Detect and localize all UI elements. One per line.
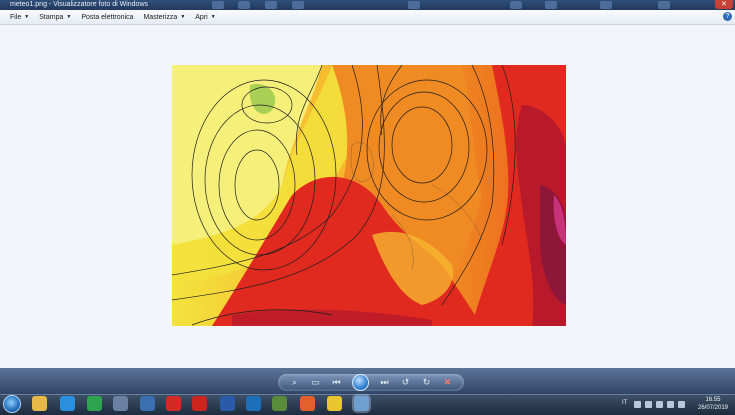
menu-label: Apri — [195, 13, 208, 21]
menu-email[interactable]: Posta elettronica — [81, 14, 133, 21]
menu-label: File — [10, 13, 22, 21]
title-bar: meteo1.png - Visualizzatore foto di Wind… — [0, 0, 735, 10]
taskbar-thumb-icon — [600, 1, 612, 9]
menu-file[interactable]: File ▼ — [10, 14, 29, 21]
image-viewer — [0, 25, 735, 368]
taskbar-app-explorer-icon[interactable] — [32, 396, 47, 411]
magnifier-icon[interactable]: ⌕ — [289, 377, 300, 388]
chevron-down-icon: ▼ — [66, 14, 72, 20]
taskbar-app-app-yellow-icon[interactable] — [327, 396, 342, 411]
rotate-right-icon[interactable]: ↻ — [421, 377, 432, 388]
rotate-left-icon[interactable]: ↺ — [400, 377, 411, 388]
language-indicator[interactable]: IT — [622, 400, 627, 406]
next-icon[interactable]: ⏭ — [379, 377, 390, 388]
tray-battery-icon[interactable] — [667, 401, 674, 408]
clock-time: 16.55 — [705, 397, 721, 403]
window-title: meteo1.png - Visualizzatore foto di Wind… — [10, 1, 148, 8]
taskbar-app-acrobat-icon[interactable] — [166, 396, 181, 411]
taskbar-thumb-icon — [238, 1, 250, 9]
start-button[interactable] — [3, 395, 21, 413]
taskbar-thumb-icon — [658, 1, 670, 9]
taskbar-app-outlook-icon[interactable] — [246, 396, 261, 411]
tray-volume-icon[interactable] — [678, 401, 685, 408]
weather-map-image — [172, 65, 566, 326]
menu-label: Posta elettronica — [81, 13, 134, 21]
taskbar-thumb-icon — [510, 1, 522, 9]
taskbar-thumb-icon — [408, 1, 420, 9]
taskbar-thumb-icon — [292, 1, 304, 9]
menu-label: Masterizza — [143, 13, 178, 21]
taskbar-thumb-icon — [265, 1, 277, 9]
help-icon[interactable]: ? — [723, 12, 732, 21]
chevron-down-icon: ▼ — [24, 14, 30, 20]
tray-arrow-icon[interactable] — [656, 401, 663, 408]
menu-bar: File ▼ Stampa ▼ Posta elettronica Master… — [0, 10, 735, 25]
previous-icon[interactable]: ⏮ — [331, 377, 342, 388]
clock[interactable]: 16.55 26/07/2019 — [693, 396, 733, 412]
chevron-down-icon: ▼ — [180, 14, 186, 20]
taskbar-app-word-icon[interactable] — [220, 396, 235, 411]
slideshow-button[interactable] — [352, 374, 369, 391]
taskbar-thumb-icon — [212, 1, 224, 9]
taskbar-app-app-globe-icon[interactable] — [140, 396, 155, 411]
fit-icon[interactable]: ▭ — [310, 377, 321, 388]
tray-network-icon[interactable] — [645, 401, 652, 408]
taskbar-app-photo-viewer-icon[interactable] — [354, 396, 369, 411]
taskbar-app-acrobat-2-icon[interactable] — [192, 396, 207, 411]
taskbar-app-app-green-icon[interactable] — [272, 396, 287, 411]
taskbar-app-firefox-icon[interactable] — [300, 396, 315, 411]
taskbar-thumb-icon — [545, 1, 557, 9]
chevron-down-icon: ▼ — [210, 14, 216, 20]
menu-print[interactable]: Stampa ▼ — [39, 14, 71, 21]
clock-date: 26/07/2019 — [697, 405, 729, 411]
delete-icon[interactable]: ✕ — [442, 377, 453, 388]
menu-open[interactable]: Apri ▼ — [195, 14, 215, 21]
taskbar-app-chrome-icon[interactable] — [87, 396, 102, 411]
menu-burn[interactable]: Masterizza ▼ — [143, 14, 185, 21]
taskbar-app-internet-explorer-icon[interactable] — [60, 396, 75, 411]
menu-label: Stampa — [39, 13, 64, 21]
close-button[interactable]: ✕ — [715, 0, 733, 9]
taskbar-app-app-blue-red-icon[interactable] — [113, 396, 128, 411]
viewer-controls: ⌕ ▭ ⏮ ⏭ ↺ ↻ ✕ — [278, 374, 464, 391]
tray-flag-icon[interactable] — [634, 401, 641, 408]
